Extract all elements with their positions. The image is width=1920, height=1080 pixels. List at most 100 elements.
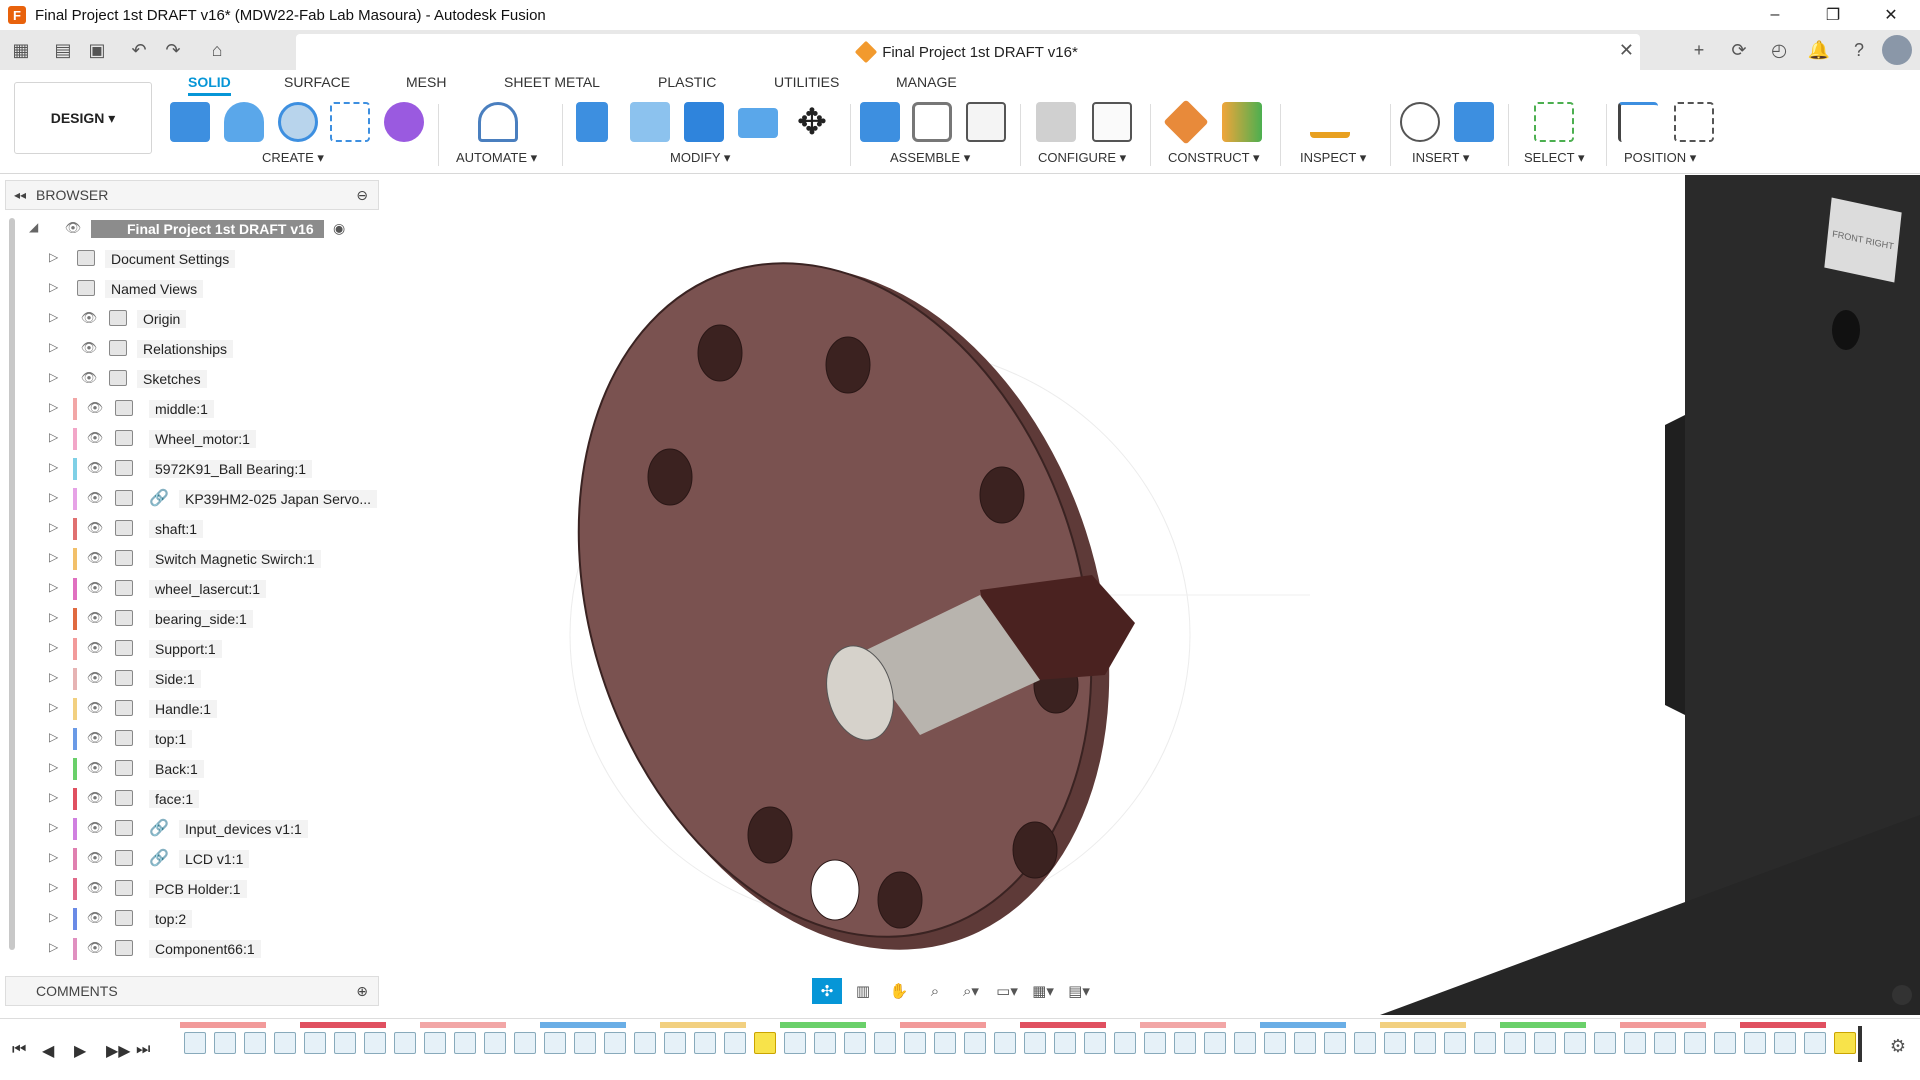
timeline-feature-icon[interactable]: [1054, 1032, 1076, 1054]
orientation-icon[interactable]: [1892, 985, 1912, 1005]
timeline-feature-icon[interactable]: [1684, 1032, 1706, 1054]
file-menu-icon[interactable]: ▤: [46, 33, 80, 67]
timeline-last-icon[interactable]: ⏭: [136, 1041, 150, 1059]
timeline-feature-icon[interactable]: [184, 1032, 206, 1054]
timeline-feature-icon[interactable]: [424, 1032, 446, 1054]
expand-triangle-icon[interactable]: ▷: [49, 670, 58, 684]
move-icon[interactable]: ✥: [792, 102, 832, 142]
timeline-feature-icon[interactable]: [454, 1032, 476, 1054]
insert-link-icon[interactable]: [1400, 102, 1440, 142]
tree-item[interactable]: ▷ 👁 Handle:1: [5, 696, 379, 722]
tab-sheet-metal[interactable]: SHEET METAL: [504, 74, 600, 90]
visibility-eye-icon[interactable]: 👁: [63, 220, 83, 236]
job-status-icon[interactable]: ◴: [1762, 33, 1796, 67]
joint-icon[interactable]: [912, 102, 952, 142]
visibility-eye-icon[interactable]: 👁: [85, 580, 105, 596]
zoom-window-icon[interactable]: ⌕▾: [956, 978, 986, 1004]
timeline-feature-icon[interactable]: [964, 1032, 986, 1054]
extensions-icon[interactable]: ⟳: [1722, 33, 1756, 67]
save-icon[interactable]: ▣: [80, 33, 114, 67]
timeline-feature-icon[interactable]: [1714, 1032, 1736, 1054]
home-icon[interactable]: ⌂: [200, 33, 234, 67]
expand-triangle-icon[interactable]: ▷: [49, 370, 58, 384]
undo-icon[interactable]: ↶: [122, 33, 156, 67]
timeline-marker[interactable]: [1858, 1026, 1862, 1062]
look-at-icon[interactable]: ▥: [848, 978, 878, 1004]
automate-menu[interactable]: AUTOMATE ▾: [456, 150, 537, 166]
timeline-feature-icon[interactable]: [484, 1032, 506, 1054]
extrude-icon[interactable]: [224, 102, 264, 142]
form-icon[interactable]: [384, 102, 424, 142]
timeline-feature-icon[interactable]: [364, 1032, 386, 1054]
view-cube[interactable]: FRONT RIGHT: [1824, 197, 1902, 283]
visibility-eye-icon[interactable]: 👁: [85, 460, 105, 476]
timeline-feature-icon[interactable]: [214, 1032, 236, 1054]
tree-item[interactable]: ▷ 👁 🔗 LCD v1:1: [5, 846, 379, 872]
timeline-feature-icon[interactable]: [1624, 1032, 1646, 1054]
new-component-assemble-icon[interactable]: [860, 102, 900, 142]
modify-menu[interactable]: MODIFY ▾: [670, 150, 730, 166]
tree-item[interactable]: ▷ 👁 top:2: [5, 906, 379, 932]
tab-mesh[interactable]: MESH: [406, 74, 446, 90]
help-icon[interactable]: ?: [1842, 33, 1876, 67]
timeline-feature-icon[interactable]: [1264, 1032, 1286, 1054]
browser-minimize-icon[interactable]: ⊖: [356, 187, 368, 204]
visibility-eye-icon[interactable]: 👁: [85, 730, 105, 746]
timeline-feature-icon[interactable]: [904, 1032, 926, 1054]
visibility-eye-icon[interactable]: 👁: [85, 400, 105, 416]
timeline-feature-icon[interactable]: [1414, 1032, 1436, 1054]
tree-item[interactable]: ▷ 👁 Sketches: [5, 366, 379, 392]
visibility-eye-icon[interactable]: 👁: [85, 670, 105, 686]
restore-button[interactable]: ❐: [1804, 0, 1862, 30]
enclosure-base[interactable]: [1380, 815, 1920, 1015]
expand-triangle-icon[interactable]: ▷: [49, 880, 58, 894]
expand-triangle-icon[interactable]: ▷: [49, 850, 58, 864]
model-view[interactable]: [380, 175, 1920, 1015]
tree-item[interactable]: ▷ 👁 face:1: [5, 786, 379, 812]
revert-position-icon[interactable]: [1674, 102, 1714, 142]
visibility-eye-icon[interactable]: 👁: [85, 550, 105, 566]
timeline-feature-icon[interactable]: [1084, 1032, 1106, 1054]
redo-icon[interactable]: ↷: [156, 33, 190, 67]
expand-triangle-icon[interactable]: ▷: [49, 550, 58, 564]
visibility-eye-icon[interactable]: 👁: [85, 700, 105, 716]
timeline-feature-icon[interactable]: [544, 1032, 566, 1054]
timeline-feature-icon[interactable]: [784, 1032, 806, 1054]
timeline-feature-icon[interactable]: [1654, 1032, 1676, 1054]
tree-item[interactable]: ▷ 👁 Relationships: [5, 336, 379, 362]
timeline-feature-icon[interactable]: [934, 1032, 956, 1054]
fillet-icon[interactable]: [630, 102, 670, 142]
configure-icon[interactable]: [1036, 102, 1076, 142]
timeline-feature-icon[interactable]: [304, 1032, 326, 1054]
assemble-menu[interactable]: ASSEMBLE ▾: [890, 150, 970, 166]
insert-menu[interactable]: INSERT ▾: [1412, 150, 1469, 166]
tab-manage[interactable]: MANAGE: [896, 74, 957, 90]
automate-icon[interactable]: [478, 102, 518, 142]
expand-triangle-icon[interactable]: ▷: [49, 790, 58, 804]
configure-menu[interactable]: CONFIGURE ▾: [1038, 150, 1126, 166]
press-pull-icon[interactable]: [576, 102, 608, 142]
collapse-browser-icon[interactable]: ◂◂: [14, 188, 26, 202]
timeline-feature-icon[interactable]: [1294, 1032, 1316, 1054]
timeline-feature-icon[interactable]: [1174, 1032, 1196, 1054]
shell-icon[interactable]: [738, 108, 778, 138]
zoom-icon[interactable]: ⌕: [920, 978, 950, 1004]
timeline-feature-icon[interactable]: [1534, 1032, 1556, 1054]
expand-triangle-icon[interactable]: ▷: [49, 340, 58, 354]
grid-settings-icon[interactable]: ▦▾: [1028, 978, 1058, 1004]
timeline-feature-icon[interactable]: [1744, 1032, 1766, 1054]
pattern-icon[interactable]: [330, 102, 370, 142]
timeline-feature-icon[interactable]: [664, 1032, 686, 1054]
tree-item[interactable]: ▷ 👁 shaft:1: [5, 516, 379, 542]
visibility-eye-icon[interactable]: 👁: [85, 490, 105, 506]
timeline-feature-icon[interactable]: [514, 1032, 536, 1054]
user-avatar[interactable]: [1882, 35, 1912, 65]
timeline-feature-icon[interactable]: [394, 1032, 416, 1054]
inspect-menu[interactable]: INSPECT ▾: [1300, 150, 1366, 166]
timeline-feature-icon[interactable]: [1804, 1032, 1826, 1054]
visibility-eye-icon[interactable]: 👁: [85, 610, 105, 626]
timeline-feature-icon[interactable]: [634, 1032, 656, 1054]
position-menu[interactable]: POSITION ▾: [1624, 150, 1696, 166]
timeline-feature-icon[interactable]: [1774, 1032, 1796, 1054]
expand-triangle-icon[interactable]: ▷: [49, 250, 58, 264]
